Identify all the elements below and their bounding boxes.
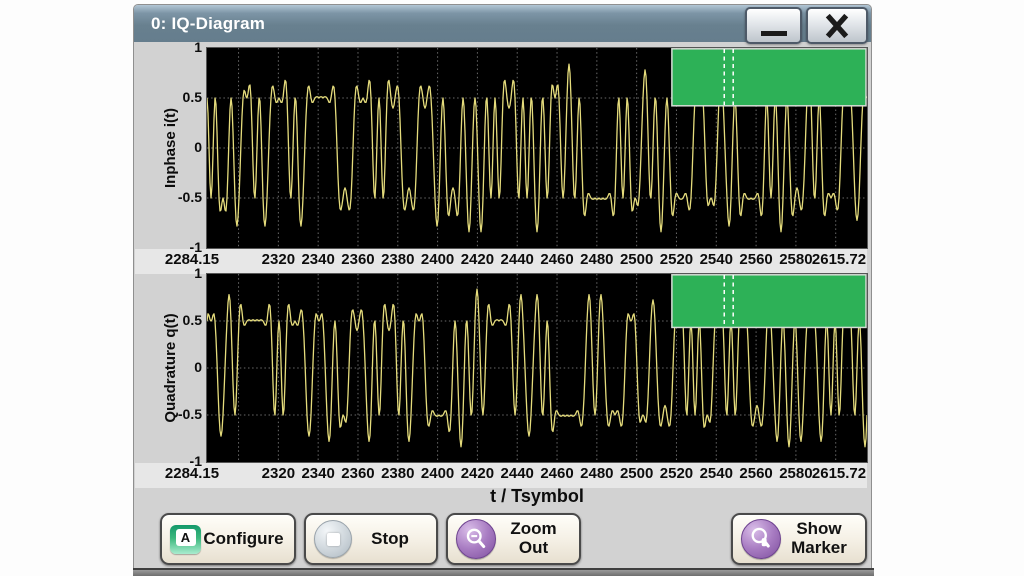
x-tick-label: 2320 (262, 251, 295, 268)
zoom-out-icon (456, 519, 496, 559)
y-tick-label: 0.5 (133, 312, 202, 328)
minimize-icon (761, 31, 787, 36)
x-tick-label: 2460 (540, 251, 573, 268)
x-tick-label: 2400 (421, 465, 454, 482)
x-tick-label: 2360 (341, 465, 374, 482)
show-marker-button-label: Show Marker (781, 520, 857, 557)
y-tick-label: 0 (133, 139, 202, 155)
y-tick-label: -0.5 (133, 406, 202, 422)
y-tick-label: 1 (133, 39, 202, 55)
x-tick-label: 2615.72 (812, 251, 866, 268)
show-marker-icon (741, 519, 781, 559)
letter-a-icon: A (170, 525, 201, 554)
x-tick-label: 2440 (501, 465, 534, 482)
x-tick-label: 2520 (660, 465, 693, 482)
x-tick-label: 2440 (501, 251, 534, 268)
x-tick-label: 2540 (700, 465, 733, 482)
x-tick-label: 2560 (739, 465, 772, 482)
x-tick-label: 2460 (540, 465, 573, 482)
stop-button[interactable]: Stop (304, 513, 438, 565)
x-tick-label: 2520 (660, 251, 693, 268)
zoom-out-button-label: Zoom Out (496, 520, 571, 557)
x-tick-label: 2580 (779, 251, 812, 268)
x-tick-label: 2500 (620, 251, 653, 268)
configure-button[interactable]: A Configure (160, 513, 296, 565)
x-tick-label: 2320 (262, 465, 295, 482)
quadrature-waveform-chart (207, 274, 867, 462)
x-tick-label: 2540 (700, 251, 733, 268)
stop-icon (314, 520, 352, 558)
x-tick-label: 2420 (461, 465, 494, 482)
plot-area-inphase (206, 47, 868, 249)
x-tick-label: 2380 (381, 465, 414, 482)
x-tick-label: 2480 (580, 465, 613, 482)
x-tick-label: 2360 (341, 251, 374, 268)
x-tick-label: 2284.15 (165, 465, 219, 482)
window-title: 0: IQ-Diagram (151, 5, 265, 42)
window-bottom-edge (133, 568, 874, 576)
titlebar[interactable]: 0: IQ-Diagram (134, 5, 871, 42)
x-tick-label: 2340 (301, 465, 334, 482)
screen: 0: IQ-Diagram Inphase i(t) Quadrature q(… (0, 0, 1024, 576)
x-tick-label: 2480 (580, 251, 613, 268)
y-tick-label: -0.5 (133, 189, 202, 205)
inphase-waveform-chart (207, 48, 867, 248)
marker-region[interactable] (672, 275, 866, 328)
plot-area-quadrature (206, 273, 868, 463)
x-tick-label: 2420 (461, 251, 494, 268)
x-tick-label: 2500 (620, 465, 653, 482)
x-tick-label: 2560 (739, 251, 772, 268)
marker-region[interactable] (672, 49, 866, 106)
stop-button-label: Stop (352, 530, 428, 549)
close-button[interactable] (806, 7, 868, 44)
x-tick-label: 2615.72 (812, 465, 866, 482)
close-icon (822, 11, 852, 41)
x-tick-label: 2400 (421, 251, 454, 268)
x-axis-title: t / Tsymbol (207, 486, 867, 507)
y-tick-label: 0.5 (133, 89, 202, 105)
y-tick-label: 0 (133, 359, 202, 375)
configure-button-label: Configure (201, 530, 286, 549)
minimize-button[interactable] (745, 7, 802, 44)
zoom-out-button[interactable]: Zoom Out (446, 513, 581, 565)
x-tick-label: 2284.15 (165, 251, 219, 268)
show-marker-button[interactable]: Show Marker (731, 513, 867, 565)
x-tick-label: 2580 (779, 465, 812, 482)
x-tick-label: 2380 (381, 251, 414, 268)
x-tick-label: 2340 (301, 251, 334, 268)
